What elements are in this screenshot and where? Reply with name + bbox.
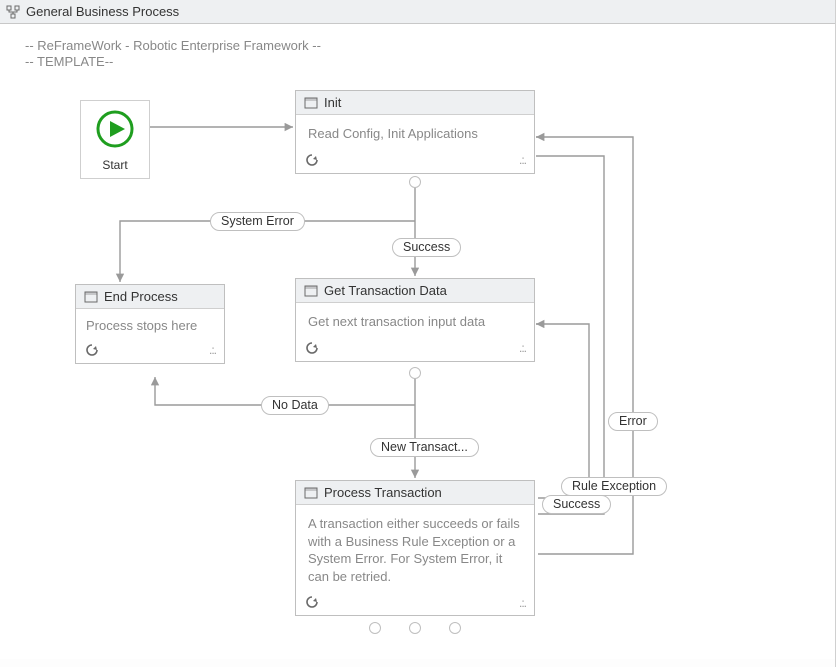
process-transaction-node[interactable]: Process Transaction A transaction either… [295,480,535,616]
expand-icon[interactable] [514,343,526,353]
state-machine-icon [6,5,20,19]
expand-icon[interactable] [514,597,526,607]
play-icon [95,137,135,152]
edge-success-init[interactable]: Success [392,238,461,257]
loop-icon [304,341,320,355]
get-title: Get Transaction Data [324,283,447,298]
state-icon [304,285,318,297]
state-icon [304,97,318,109]
state-icon [304,487,318,499]
loop-icon [304,595,320,609]
edge-rule-exception[interactable]: Rule Exception [561,477,667,496]
edge-system-error[interactable]: System Error [210,212,305,231]
end-header: End Process [76,285,224,309]
loop-icon [304,153,320,167]
init-out-port[interactable] [409,176,421,188]
proc-port-3[interactable] [449,622,461,634]
proc-port-2[interactable] [409,622,421,634]
end-desc: Process stops here [86,318,197,333]
workflow-canvas: General Business Process [0,0,836,667]
get-transaction-node[interactable]: Get Transaction Data Get next transactio… [295,278,535,362]
comment-line-2: -- TEMPLATE-- [25,54,113,69]
edge-new-transaction[interactable]: New Transact... [370,438,479,457]
proc-title: Process Transaction [324,485,442,500]
get-header: Get Transaction Data [296,279,534,303]
edge-success-proc[interactable]: Success [542,495,611,514]
diagram-area[interactable]: -- ReFrameWork - Robotic Enterprise Fram… [0,24,835,659]
expand-icon[interactable] [514,155,526,165]
expand-icon[interactable] [204,345,216,355]
loop-icon [84,343,100,357]
workflow-title-bar: General Business Process [0,0,835,24]
get-desc: Get next transaction input data [308,314,485,329]
state-icon [84,291,98,303]
start-label: Start [85,158,145,172]
init-desc: Read Config, Init Applications [308,126,478,141]
get-out-port[interactable] [409,367,421,379]
end-title: End Process [104,289,178,304]
workflow-title: General Business Process [26,4,179,19]
end-process-node[interactable]: End Process Process stops here [75,284,225,364]
start-node[interactable]: Start [80,100,150,179]
proc-desc: A transaction either succeeds or fails w… [308,516,520,584]
proc-header: Process Transaction [296,481,534,505]
init-header: Init [296,91,534,115]
init-node[interactable]: Init Read Config, Init Applications [295,90,535,174]
edge-error[interactable]: Error [608,412,658,431]
edge-no-data[interactable]: No Data [261,396,329,415]
proc-port-1[interactable] [369,622,381,634]
comment-line-1: -- ReFrameWork - Robotic Enterprise Fram… [25,38,321,53]
init-title: Init [324,95,341,110]
